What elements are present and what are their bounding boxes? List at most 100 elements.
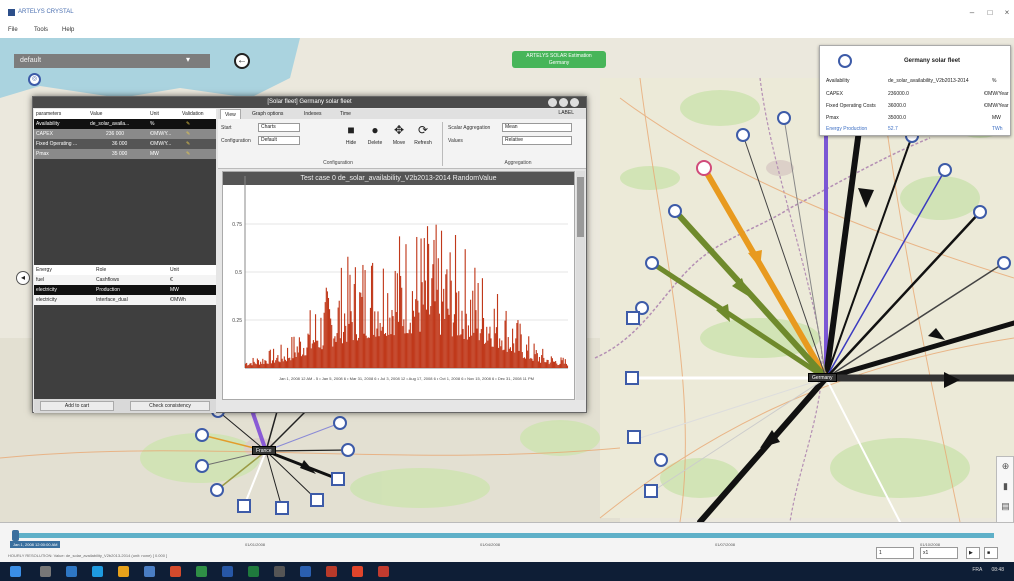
explorer-icon[interactable] bbox=[118, 566, 129, 577]
config-select[interactable]: Default bbox=[258, 136, 300, 145]
data-bar bbox=[410, 333, 412, 368]
table-row[interactable]: Availability de_solar_availa... % ✎ bbox=[34, 119, 216, 129]
data-bar bbox=[333, 338, 335, 368]
browser-icon[interactable] bbox=[92, 566, 103, 577]
scrollbar-thumb[interactable] bbox=[577, 177, 584, 237]
maximize-icon[interactable] bbox=[559, 98, 568, 107]
start-select[interactable]: Charts bbox=[258, 123, 300, 132]
app-icon[interactable] bbox=[144, 566, 155, 577]
data-bar bbox=[257, 360, 260, 368]
data-bar bbox=[436, 289, 438, 368]
excel-icon[interactable] bbox=[248, 566, 259, 577]
check-consistency-button[interactable]: Check consistency bbox=[130, 401, 210, 411]
start-icon[interactable] bbox=[10, 566, 21, 577]
stop-icon[interactable]: ■ bbox=[984, 547, 998, 559]
data-bar bbox=[382, 268, 384, 368]
data-bar bbox=[331, 324, 333, 368]
timeline-track[interactable] bbox=[14, 533, 994, 538]
scenario-dropdown-icon[interactable]: ▾ bbox=[186, 55, 198, 67]
data-bar bbox=[265, 360, 267, 368]
table-row[interactable]: Fixed Operating ... 36 000 €/MW/Y... ✎ bbox=[34, 139, 216, 149]
chart-plot[interactable]: 0.75 0.5 0.25 Jan 1, 2008 12 AM - 5 • Jan 5… bbox=[223, 172, 574, 386]
data-bar bbox=[526, 344, 528, 368]
app-icon[interactable] bbox=[196, 566, 207, 577]
chart-icon[interactable]: ▮ bbox=[999, 480, 1012, 493]
speed-field[interactable]: x1 bbox=[920, 547, 958, 559]
move-button[interactable]: ✥ Move bbox=[388, 122, 410, 156]
data-bar bbox=[298, 337, 300, 368]
app-icon[interactable] bbox=[352, 566, 363, 577]
data-bar bbox=[411, 291, 414, 368]
language-indicator[interactable]: FRA bbox=[972, 567, 982, 573]
table-row[interactable]: electricity Interface_dual €/MWh bbox=[34, 295, 216, 305]
app-icon[interactable] bbox=[170, 566, 181, 577]
hub-label-germany[interactable]: Germany bbox=[808, 373, 837, 382]
table-row[interactable]: fuel Cashflows € bbox=[34, 275, 216, 285]
tab-time[interactable]: Time bbox=[336, 109, 355, 119]
search-icon[interactable] bbox=[40, 566, 51, 577]
properties-window[interactable]: [Solar fleet] Germany solar fleet parame… bbox=[32, 96, 587, 413]
chart-panel[interactable]: Test case 0 de_solar_availability_V2b201… bbox=[222, 171, 575, 400]
values-select[interactable]: Relative bbox=[502, 136, 572, 145]
data-bar bbox=[461, 310, 463, 368]
add-to-cart-button[interactable]: Add to cart bbox=[40, 401, 114, 411]
data-bar bbox=[538, 356, 541, 368]
zoom-field[interactable]: 1 bbox=[876, 547, 914, 559]
close-button[interactable]: × bbox=[1000, 8, 1014, 18]
data-bar bbox=[561, 360, 563, 368]
tab-indexes[interactable]: Indexes bbox=[300, 109, 326, 119]
map-view[interactable]: ◎ default ▾ ← ARTELYS SOLAR Estimation G… bbox=[0, 38, 1014, 522]
data-bar bbox=[457, 335, 459, 368]
timeline-knob[interactable] bbox=[12, 530, 19, 541]
back-arrow-icon[interactable]: ← bbox=[234, 53, 250, 69]
menu-file[interactable]: File bbox=[8, 27, 18, 33]
vertical-scrollbar[interactable] bbox=[576, 171, 585, 400]
study-badge[interactable]: ARTELYS SOLAR Estimation Germany bbox=[512, 51, 606, 68]
collapse-panel-icon[interactable]: ◂ bbox=[16, 271, 30, 285]
scenario-selector[interactable]: default bbox=[14, 54, 210, 68]
layer-toggle-icon[interactable]: ◎ bbox=[28, 73, 41, 86]
data-bar bbox=[520, 334, 522, 368]
label-toggle[interactable]: LABEL bbox=[558, 110, 574, 116]
app-icon[interactable] bbox=[222, 566, 233, 577]
task-view-icon[interactable] bbox=[66, 566, 77, 577]
timeline-controls: 1 x1 ▶ ■ bbox=[876, 547, 1006, 561]
minimize-button[interactable]: – bbox=[965, 8, 979, 18]
hub-label-france[interactable]: France bbox=[252, 446, 276, 455]
data-bar bbox=[524, 358, 527, 368]
clock[interactable]: 08:48 bbox=[991, 567, 1004, 573]
data-bar bbox=[434, 301, 436, 368]
data-bar bbox=[496, 294, 499, 368]
refresh-button[interactable]: ⟳ Refresh bbox=[412, 122, 434, 156]
data-bar bbox=[417, 300, 419, 368]
properties-window-title[interactable]: [Solar fleet] Germany solar fleet bbox=[33, 97, 586, 108]
data-bar bbox=[491, 346, 493, 368]
data-bar bbox=[279, 362, 281, 368]
data-bar bbox=[309, 310, 311, 368]
close-icon[interactable] bbox=[570, 98, 579, 107]
data-bar bbox=[245, 363, 247, 368]
app-icon[interactable] bbox=[274, 566, 285, 577]
menu-tools[interactable]: Tools bbox=[34, 27, 48, 33]
play-icon[interactable]: ▶ bbox=[966, 547, 980, 559]
info-row[interactable]: Energy Production 52.7 TWh bbox=[826, 126, 1008, 135]
data-bar bbox=[346, 341, 348, 368]
menu-help[interactable]: Help bbox=[62, 27, 74, 33]
table-row[interactable]: electricity Production MW bbox=[34, 285, 216, 295]
zoom-in-icon[interactable]: ⊕ bbox=[999, 460, 1012, 473]
data-bar bbox=[562, 357, 564, 368]
data-bar bbox=[531, 358, 533, 368]
delete-button[interactable]: ● Delete bbox=[364, 122, 386, 156]
tab-graph-options[interactable]: Graph options bbox=[248, 109, 287, 119]
tab-view[interactable]: View bbox=[220, 109, 241, 119]
word-icon[interactable] bbox=[300, 566, 311, 577]
app-icon[interactable] bbox=[378, 566, 389, 577]
hide-button[interactable]: ■ Hide bbox=[340, 122, 362, 156]
minimize-icon[interactable] bbox=[548, 98, 557, 107]
scalar-agg-select[interactable]: Mean bbox=[502, 123, 572, 132]
table-row[interactable]: Pmax 35 000 MW ✎ bbox=[34, 149, 216, 159]
layers-icon[interactable]: ▤ bbox=[999, 500, 1012, 513]
table-row[interactable]: CAPEX 236 000 €/MW/Y... ✎ bbox=[34, 129, 216, 139]
maximize-button[interactable]: □ bbox=[983, 8, 997, 18]
app-icon[interactable] bbox=[326, 566, 337, 577]
